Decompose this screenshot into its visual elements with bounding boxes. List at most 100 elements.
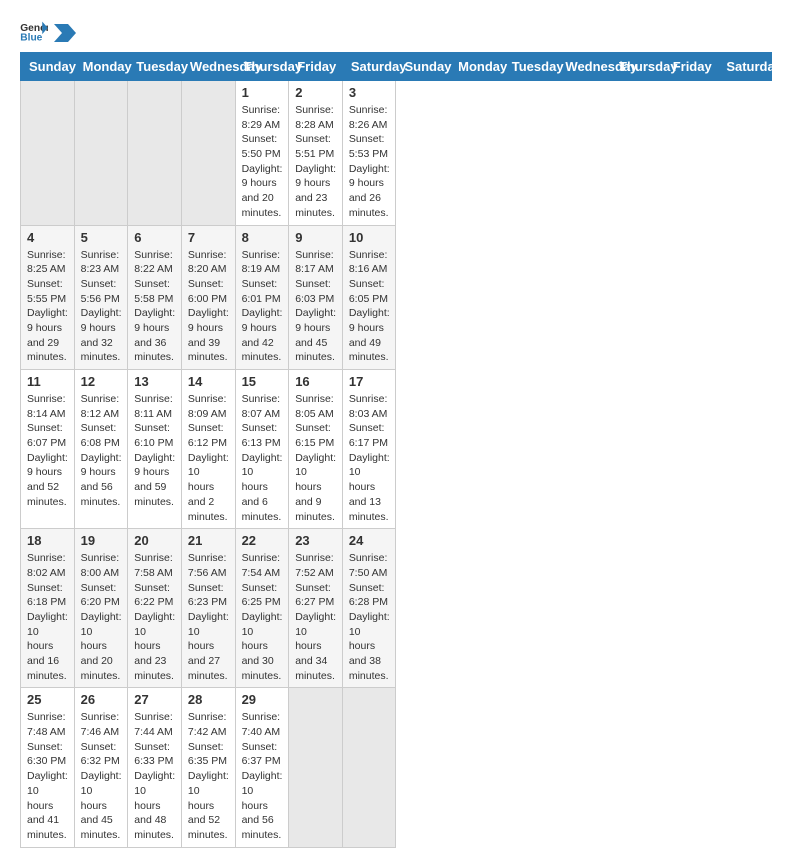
day-number: 28: [188, 692, 229, 707]
day-number: 2: [295, 85, 336, 100]
day-info: Sunrise: 8:26 AMSunset: 5:53 PMDaylight:…: [349, 103, 390, 221]
day-number: 5: [81, 230, 122, 245]
day-number: 10: [349, 230, 390, 245]
day-number: 26: [81, 692, 122, 707]
day-number: 21: [188, 533, 229, 548]
header-saturday: Saturday: [342, 53, 396, 81]
day-number: 23: [295, 533, 336, 548]
day-info: Sunrise: 8:03 AMSunset: 6:17 PMDaylight:…: [349, 392, 390, 524]
col-header-monday: Monday: [450, 53, 504, 81]
calendar-cell: [181, 81, 235, 226]
calendar-cell: 18 Sunrise: 8:02 AMSunset: 6:18 PMDayligh…: [21, 529, 75, 688]
calendar-cell: 24 Sunrise: 7:50 AMSunset: 6:28 PMDayligh…: [342, 529, 396, 688]
week-row-1: 1 Sunrise: 8:29 AMSunset: 5:50 PMDaylight…: [21, 81, 772, 226]
day-info: Sunrise: 7:58 AMSunset: 6:22 PMDaylight:…: [134, 551, 175, 683]
header-thursday: Thursday: [235, 53, 289, 81]
day-info: Sunrise: 7:56 AMSunset: 6:23 PMDaylight:…: [188, 551, 229, 683]
header-wednesday: Wednesday: [181, 53, 235, 81]
calendar-cell: 20 Sunrise: 7:58 AMSunset: 6:22 PMDayligh…: [128, 529, 182, 688]
calendar-cell: 21 Sunrise: 7:56 AMSunset: 6:23 PMDayligh…: [181, 529, 235, 688]
week-row-4: 18 Sunrise: 8:02 AMSunset: 6:18 PMDayligh…: [21, 529, 772, 688]
col-header-saturday: Saturday: [718, 53, 772, 81]
header-friday: Friday: [289, 53, 343, 81]
day-number: 19: [81, 533, 122, 548]
calendar-cell: [74, 81, 128, 226]
calendar-cell: 9Sunrise: 8:17 AMSunset: 6:03 PMDaylight…: [289, 225, 343, 370]
day-number: 11: [27, 374, 68, 389]
calendar-cell: 23 Sunrise: 7:52 AMSunset: 6:27 PMDayligh…: [289, 529, 343, 688]
calendar-cell: 12Sunrise: 8:12 AMSunset: 6:08 PMDayligh…: [74, 370, 128, 529]
day-info: Sunrise: 8:19 AMSunset: 6:01 PMDaylight:…: [242, 248, 283, 366]
day-info: Sunrise: 7:44 AMSunset: 6:33 PMDaylight:…: [134, 710, 175, 842]
day-info: Sunrise: 8:28 AMSunset: 5:51 PMDaylight:…: [295, 103, 336, 221]
col-header-sunday: Sunday: [396, 53, 450, 81]
day-info: Sunrise: 8:20 AMSunset: 6:00 PMDaylight:…: [188, 248, 229, 366]
day-info: Sunrise: 7:52 AMSunset: 6:27 PMDaylight:…: [295, 551, 336, 683]
day-info: Sunrise: 7:40 AMSunset: 6:37 PMDaylight:…: [242, 710, 283, 842]
day-info: Sunrise: 8:17 AMSunset: 6:03 PMDaylight:…: [295, 248, 336, 366]
day-info: Sunrise: 8:07 AMSunset: 6:13 PMDaylight:…: [242, 392, 283, 524]
day-number: 6: [134, 230, 175, 245]
page-header: General Blue: [20, 20, 772, 42]
day-number: 25: [27, 692, 68, 707]
day-number: 20: [134, 533, 175, 548]
calendar-cell: 15 Sunrise: 8:07 AMSunset: 6:13 PMDayligh…: [235, 370, 289, 529]
calendar-cell: 7Sunrise: 8:20 AMSunset: 6:00 PMDaylight…: [181, 225, 235, 370]
logo-icon: General Blue: [20, 20, 48, 42]
col-header-tuesday: Tuesday: [503, 53, 557, 81]
calendar-cell: 1 Sunrise: 8:29 AMSunset: 5:50 PMDaylight…: [235, 81, 289, 226]
calendar-cell: [21, 81, 75, 226]
calendar-cell: 22 Sunrise: 7:54 AMSunset: 6:25 PMDayligh…: [235, 529, 289, 688]
col-header-friday: Friday: [664, 53, 718, 81]
day-info: Sunrise: 8:02 AMSunset: 6:18 PMDaylight:…: [27, 551, 68, 683]
day-number: 16: [295, 374, 336, 389]
calendar-cell: 28 Sunrise: 7:42 AMSunset: 6:35 PMDayligh…: [181, 688, 235, 847]
day-info: Sunrise: 8:11 AMSunset: 6:10 PMDaylight:…: [134, 392, 175, 510]
day-info: Sunrise: 7:50 AMSunset: 6:28 PMDaylight:…: [349, 551, 390, 683]
day-number: 12: [81, 374, 122, 389]
day-number: 14: [188, 374, 229, 389]
calendar-cell: 26 Sunrise: 7:46 AMSunset: 6:32 PMDayligh…: [74, 688, 128, 847]
day-info: Sunrise: 7:42 AMSunset: 6:35 PMDaylight:…: [188, 710, 229, 842]
day-number: 17: [349, 374, 390, 389]
calendar-cell: 2 Sunrise: 8:28 AMSunset: 5:51 PMDaylight…: [289, 81, 343, 226]
calendar-cell: 17 Sunrise: 8:03 AMSunset: 6:17 PMDayligh…: [342, 370, 396, 529]
week-row-3: 11Sunrise: 8:14 AMSunset: 6:07 PMDayligh…: [21, 370, 772, 529]
header-monday: Monday: [74, 53, 128, 81]
calendar-cell: 11Sunrise: 8:14 AMSunset: 6:07 PMDayligh…: [21, 370, 75, 529]
calendar-cell: [289, 688, 343, 847]
day-info: Sunrise: 7:54 AMSunset: 6:25 PMDaylight:…: [242, 551, 283, 683]
day-info: Sunrise: 8:22 AMSunset: 5:58 PMDaylight:…: [134, 248, 175, 366]
col-header-wednesday: Wednesday: [557, 53, 611, 81]
calendar-cell: 4 Sunrise: 8:25 AMSunset: 5:55 PMDaylight…: [21, 225, 75, 370]
day-info: Sunrise: 7:46 AMSunset: 6:32 PMDaylight:…: [81, 710, 122, 842]
calendar-cell: 8 Sunrise: 8:19 AMSunset: 6:01 PMDaylight…: [235, 225, 289, 370]
calendar-cell: 14 Sunrise: 8:09 AMSunset: 6:12 PMDayligh…: [181, 370, 235, 529]
day-number: 29: [242, 692, 283, 707]
calendar-table: SundayMondayTuesdayWednesdayThursdayFrid…: [20, 52, 772, 848]
day-number: 3: [349, 85, 390, 100]
day-info: Sunrise: 8:25 AMSunset: 5:55 PMDaylight:…: [27, 248, 68, 366]
day-number: 15: [242, 374, 283, 389]
calendar-cell: [128, 81, 182, 226]
day-number: 1: [242, 85, 283, 100]
day-number: 27: [134, 692, 175, 707]
day-number: 18: [27, 533, 68, 548]
day-info: Sunrise: 8:23 AMSunset: 5:56 PMDaylight:…: [81, 248, 122, 366]
logo-arrow-icon: [54, 24, 76, 42]
header-sunday: Sunday: [21, 53, 75, 81]
day-info: Sunrise: 8:09 AMSunset: 6:12 PMDaylight:…: [188, 392, 229, 524]
calendar-cell: 13 Sunrise: 8:11 AMSunset: 6:10 PMDayligh…: [128, 370, 182, 529]
calendar-cell: 19Sunrise: 8:00 AMSunset: 6:20 PMDayligh…: [74, 529, 128, 688]
calendar-cell: 3 Sunrise: 8:26 AMSunset: 5:53 PMDaylight…: [342, 81, 396, 226]
day-number: 8: [242, 230, 283, 245]
day-number: 22: [242, 533, 283, 548]
calendar-cell: 29 Sunrise: 7:40 AMSunset: 6:37 PMDayligh…: [235, 688, 289, 847]
day-number: 24: [349, 533, 390, 548]
logo: General Blue: [20, 20, 78, 42]
day-number: 13: [134, 374, 175, 389]
calendar-cell: 5 Sunrise: 8:23 AMSunset: 5:56 PMDaylight…: [74, 225, 128, 370]
day-number: 4: [27, 230, 68, 245]
svg-text:Blue: Blue: [20, 32, 42, 42]
day-info: Sunrise: 8:29 AMSunset: 5:50 PMDaylight:…: [242, 103, 283, 221]
